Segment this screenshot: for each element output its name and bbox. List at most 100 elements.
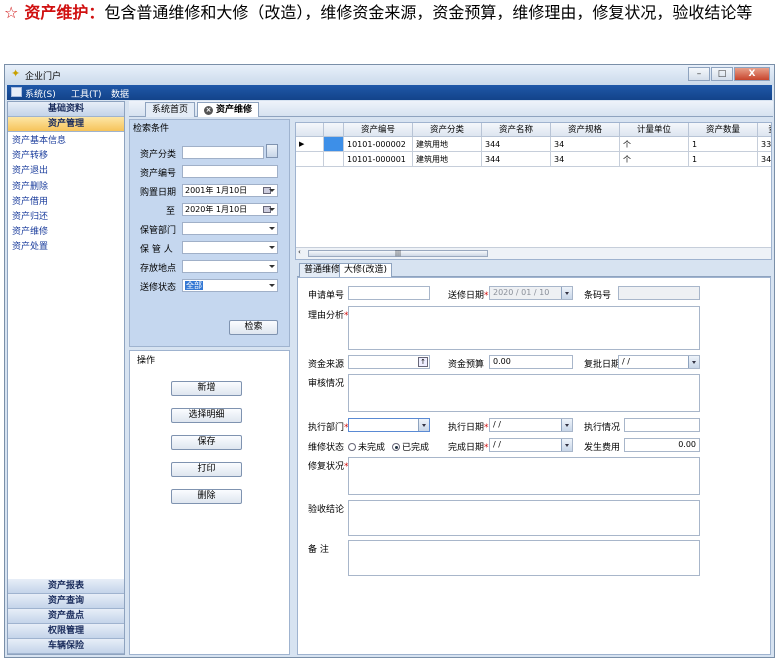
maximize-button[interactable]: □	[711, 67, 733, 81]
sidebar-section-inventory[interactable]: 资产盘点	[8, 609, 124, 624]
horizontal-scrollbar[interactable]: ‹ |||	[296, 247, 771, 259]
sidebar-section-basic[interactable]: 基础资料	[8, 102, 124, 117]
save-button[interactable]: 保存	[171, 435, 242, 450]
review-textarea[interactable]	[348, 374, 700, 412]
category-input[interactable]	[182, 146, 264, 159]
cost-input[interactable]: 0.00	[624, 438, 700, 452]
menu-tools[interactable]: 工具(T)	[71, 87, 102, 100]
category-picker-button[interactable]	[266, 144, 278, 158]
dept-select[interactable]	[182, 222, 278, 235]
exec-date-input[interactable]: / /	[489, 418, 573, 432]
minimize-button[interactable]: –	[688, 67, 710, 81]
close-button[interactable]: X	[734, 67, 770, 81]
column-header[interactable]: 资	[758, 123, 771, 137]
location-select[interactable]	[182, 260, 278, 273]
column-header[interactable]: 资产名称	[482, 123, 551, 137]
code-input[interactable]	[182, 165, 278, 178]
chevron-down-icon[interactable]	[269, 265, 275, 268]
column-header[interactable]: 资产规格	[551, 123, 620, 137]
sidebar-item[interactable]: 资产退出	[12, 164, 120, 179]
done-date-input[interactable]: / /	[489, 438, 573, 452]
sidebar-item[interactable]: 资产处置	[12, 240, 120, 255]
chevron-down-icon[interactable]	[269, 227, 275, 230]
table-cell[interactable]: 个	[620, 152, 689, 167]
radio-incomplete[interactable]: 未完成	[348, 440, 385, 453]
sidebar-item[interactable]: 资产转移	[12, 149, 120, 164]
radio-complete-icon[interactable]	[392, 443, 400, 451]
fund-source-picker-icon[interactable]: ↑	[418, 357, 428, 367]
sidebar-item[interactable]: 资产基本信息	[12, 134, 120, 149]
table-cell[interactable]: 344	[482, 137, 551, 152]
add-button[interactable]: 新增	[171, 381, 242, 396]
table-cell[interactable]: 34	[758, 152, 771, 167]
chevron-down-icon[interactable]	[688, 356, 699, 368]
recovery-textarea[interactable]	[348, 457, 700, 495]
scroll-thumb[interactable]: |||	[308, 250, 488, 257]
delete-button[interactable]: 删除	[171, 489, 242, 504]
sidebar-section-vehicle-insurance[interactable]: 车辆保险	[8, 639, 124, 654]
reason-textarea[interactable]	[348, 306, 700, 350]
column-header[interactable]: 资产编号	[344, 123, 413, 137]
chevron-down-icon[interactable]	[561, 419, 572, 431]
tab-overhaul[interactable]: 大修(改造)	[339, 263, 393, 277]
table-cell[interactable]: 1	[689, 152, 758, 167]
table-cell[interactable]: 建筑用地	[413, 152, 482, 167]
acceptance-textarea[interactable]	[348, 500, 700, 536]
apply-no-input[interactable]	[348, 286, 430, 300]
radio-incomplete-label: 未完成	[358, 443, 386, 453]
row-selector[interactable]	[324, 152, 344, 167]
print-button[interactable]: 打印	[171, 462, 242, 477]
table-cell[interactable]: 1	[689, 137, 758, 152]
chevron-down-icon[interactable]	[269, 284, 275, 287]
column-header[interactable]: 资产数量	[689, 123, 758, 137]
radio-incomplete-icon[interactable]	[348, 443, 356, 451]
chevron-down-icon[interactable]	[561, 287, 572, 299]
status-select[interactable]: 全部	[182, 279, 278, 292]
table-cell[interactable]: 个	[620, 137, 689, 152]
exec-dept-select[interactable]	[348, 418, 430, 432]
radio-complete[interactable]: 已完成	[392, 440, 429, 453]
table-cell[interactable]: 10101-000002	[344, 137, 413, 152]
remark-textarea[interactable]	[348, 540, 700, 576]
sidebar-section-reports[interactable]: 资产报表	[8, 579, 124, 594]
scroll-left-icon[interactable]: ‹	[298, 248, 301, 256]
menu-data[interactable]: 数据	[111, 87, 129, 100]
chevron-down-icon[interactable]	[418, 419, 429, 431]
approve-date-value: / /	[622, 357, 630, 366]
chevron-down-icon[interactable]	[269, 189, 275, 192]
send-date-input[interactable]: 2020 / 01 / 10	[489, 286, 573, 300]
table-cell[interactable]: 344	[482, 152, 551, 167]
table-cell[interactable]: 10101-000001	[344, 152, 413, 167]
search-button[interactable]: 检索	[229, 320, 278, 335]
close-tab-icon[interactable]: ×	[204, 106, 213, 115]
budget-input[interactable]: 0.00	[489, 355, 573, 369]
exec-status-input[interactable]	[624, 418, 700, 432]
sidebar-item[interactable]: 资产借用	[12, 195, 120, 210]
keeper-select[interactable]	[182, 241, 278, 254]
column-header[interactable]: 计量单位	[620, 123, 689, 137]
column-header[interactable]: 资产分类	[413, 123, 482, 137]
date-to-input[interactable]: 2020年 1月10日	[182, 203, 278, 216]
sidebar-item[interactable]: 资产归还	[12, 210, 120, 225]
date-from-input[interactable]: 2001年 1月10日	[182, 184, 278, 197]
sidebar-item[interactable]: 资产维修	[12, 225, 120, 240]
sidebar-section-permissions[interactable]: 权限管理	[8, 624, 124, 639]
chevron-down-icon[interactable]	[269, 246, 275, 249]
table-cell[interactable]: 建筑用地	[413, 137, 482, 152]
barcode-input[interactable]	[618, 286, 700, 300]
table-cell[interactable]: 33	[758, 137, 771, 152]
tab-home[interactable]: 系统首页	[145, 102, 196, 117]
sidebar-section-asset-management[interactable]: 资产管理	[8, 117, 124, 132]
chevron-down-icon[interactable]	[269, 208, 275, 211]
table-cell[interactable]: 34	[551, 152, 620, 167]
approve-date-input[interactable]: / /	[618, 355, 700, 369]
chevron-down-icon[interactable]	[561, 439, 572, 451]
table-cell[interactable]: 34	[551, 137, 620, 152]
fund-source-input[interactable]: ↑	[348, 355, 430, 369]
sidebar-item[interactable]: 资产删除	[12, 180, 120, 195]
select-detail-button[interactable]: 选择明细	[171, 408, 242, 423]
row-selector[interactable]	[324, 137, 344, 152]
sidebar-section-query[interactable]: 资产查询	[8, 594, 124, 609]
menu-system[interactable]: 系统(S)	[25, 87, 56, 100]
tab-asset-repair[interactable]: × 资产维修	[197, 102, 260, 117]
